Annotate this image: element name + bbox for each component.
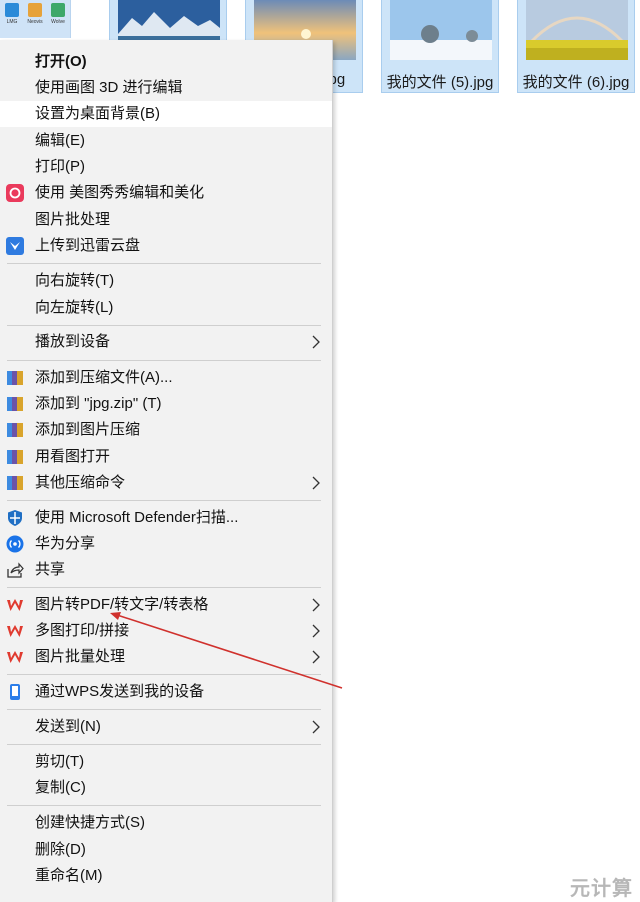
winrar-icon: [6, 421, 24, 439]
menu-item-set-wallpaper[interactable]: 设置为桌面背景(B): [0, 101, 332, 127]
menu-item-create-shortcut[interactable]: 创建快捷方式(S): [0, 810, 332, 836]
menu-item-rotate-left[interactable]: 向左旋转(L): [0, 295, 332, 321]
menu-item-batch-image[interactable]: 图片批处理: [0, 207, 332, 233]
chevron-right-icon: [308, 649, 324, 665]
menu-item-send-to[interactable]: 发送到(N): [0, 714, 332, 740]
chevron-right-icon: [308, 597, 324, 613]
menu-item-add-to-image-compress[interactable]: 添加到图片压缩: [0, 417, 332, 443]
menu-item-wps-send-to-device[interactable]: 通过WPS发送到我的设备: [0, 679, 332, 705]
context-menu: 打开(O) 使用画图 3D 进行编辑 设置为桌面背景(B) 编辑(E) 打印(P…: [0, 40, 333, 902]
menu-separator: [7, 263, 321, 264]
menu-item-image-to-pdf[interactable]: 图片转PDF/转文字/转表格: [0, 592, 332, 618]
snow-field-image: [390, 0, 492, 60]
menu-item-share[interactable]: 共享: [0, 557, 332, 583]
menu-separator: [7, 805, 321, 806]
wps-icon: [6, 622, 24, 640]
menu-item-edit-paint3d[interactable]: 使用画图 3D 进行编辑: [0, 75, 332, 101]
winrar-icon: [6, 448, 24, 466]
menu-item-defender-scan[interactable]: 使用 Microsoft Defender扫描...: [0, 505, 332, 531]
file-name: 我的文件 (5).jpg: [386, 74, 494, 91]
chevron-right-icon: [308, 334, 324, 350]
winrar-icon: [6, 474, 24, 492]
menu-item-add-to-archive[interactable]: 添加到压缩文件(A)...: [0, 365, 332, 391]
file-thumbnail-6[interactable]: 我的文件 (6).jpg: [517, 0, 635, 93]
menu-item-edit[interactable]: 编辑(E): [0, 128, 332, 154]
app-icon-1[interactable]: LMG: [3, 3, 21, 33]
wps-icon: [6, 648, 24, 666]
app-3-icon: [51, 3, 65, 17]
defender-icon: [6, 509, 24, 527]
xunlei-icon: [6, 237, 24, 255]
menu-separator: [7, 587, 321, 588]
menu-item-huawei-share[interactable]: 华为分享: [0, 531, 332, 557]
menu-separator: [7, 325, 321, 326]
winrar-icon: [6, 369, 24, 387]
desktop-icons: LMG Neovis Wolve: [0, 0, 71, 38]
app-2-icon: [28, 3, 42, 17]
winrar-icon: [6, 395, 24, 413]
menu-item-xunlei[interactable]: 上传到迅雷云盘: [0, 233, 332, 259]
menu-item-add-to-jpg-zip[interactable]: 添加到 "jpg.zip" (T): [0, 391, 332, 417]
menu-item-cast-to-device[interactable]: 播放到设备: [0, 329, 332, 355]
menu-item-multi-print-stitch[interactable]: 多图打印/拼接: [0, 618, 332, 644]
rainbow-field-image: [526, 0, 628, 60]
menu-item-batch-image-process[interactable]: 图片批量处理: [0, 644, 332, 670]
chevron-right-icon: [308, 623, 324, 639]
menu-separator: [7, 500, 321, 501]
huawei-share-icon: [6, 535, 24, 553]
menu-item-print[interactable]: 打印(P): [0, 154, 332, 180]
menu-item-copy[interactable]: 复制(C): [0, 775, 332, 801]
menu-item-open-with-viewer[interactable]: 用看图打开: [0, 444, 332, 470]
menu-item-rotate-right[interactable]: 向右旋转(T): [0, 268, 332, 294]
menu-item-other-compress[interactable]: 其他压缩命令: [0, 470, 332, 496]
menu-item-delete[interactable]: 删除(D): [0, 837, 332, 863]
menu-item-cut[interactable]: 剪切(T): [0, 749, 332, 775]
chevron-right-icon: [308, 719, 324, 735]
menu-separator: [7, 360, 321, 361]
menu-separator: [7, 709, 321, 710]
menu-item-open[interactable]: 打开(O): [0, 49, 332, 75]
menu-item-rename[interactable]: 重命名(M): [0, 863, 332, 889]
menu-separator: [7, 744, 321, 745]
app-icon-3[interactable]: Wolve: [49, 3, 67, 33]
chevron-right-icon: [308, 475, 324, 491]
menu-item-meitu[interactable]: 使用 美图秀秀编辑和美化: [0, 180, 332, 206]
app-icon-2[interactable]: Neovis: [26, 3, 44, 33]
app-1-icon: [5, 3, 19, 17]
menu-separator: [7, 674, 321, 675]
file-thumbnail-5[interactable]: 我的文件 (5).jpg: [381, 0, 499, 93]
watermark-text: 元计算: [570, 878, 633, 900]
share-icon: [6, 561, 24, 579]
wps-icon: [6, 596, 24, 614]
meitu-icon: [6, 184, 24, 202]
phone-icon: [6, 683, 24, 701]
file-name: 我的文件 (6).jpg: [522, 74, 630, 91]
